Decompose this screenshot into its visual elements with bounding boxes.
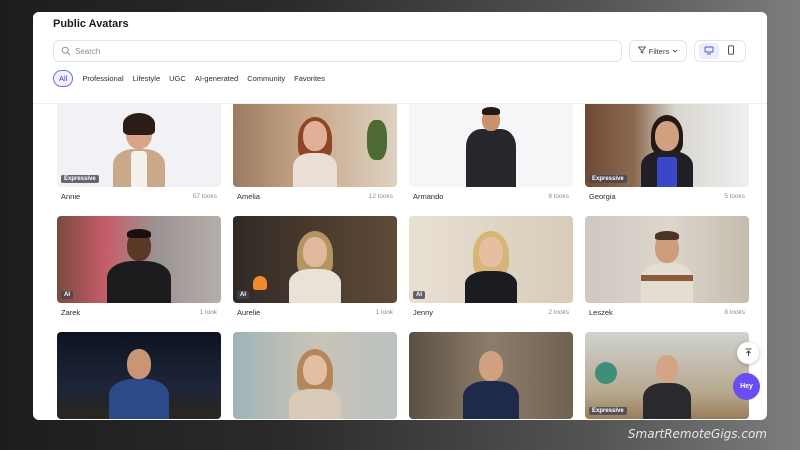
- expressive-badge: Expressive: [589, 407, 627, 415]
- view-toggle: [694, 40, 746, 62]
- avatar-thumbnail[interactable]: AI: [57, 216, 221, 303]
- avatar-card[interactable]: [233, 332, 397, 419]
- chat-button[interactable]: Hey: [733, 373, 760, 400]
- chip-ugc[interactable]: UGC: [169, 71, 186, 86]
- chevron-down-icon: [672, 47, 678, 56]
- avatar-thumbnail[interactable]: [233, 332, 397, 419]
- avatar-thumbnail[interactable]: [585, 216, 749, 303]
- avatar-name: Amelia: [237, 191, 260, 201]
- avatar-name: Zarek: [61, 307, 81, 317]
- filters-label: Filters: [648, 46, 670, 56]
- avatar-thumbnail[interactable]: AI: [233, 216, 397, 303]
- avatar-thumbnail[interactable]: AI: [409, 216, 573, 303]
- avatar-card[interactable]: [409, 332, 573, 419]
- avatar-card[interactable]: Expressive Georgia 5 looks: [585, 100, 749, 205]
- desktop-view-button[interactable]: [699, 43, 719, 59]
- avatar-thumbnail[interactable]: [233, 100, 397, 187]
- avatar-card[interactable]: Amelia 12 looks: [233, 100, 397, 205]
- avatar-card[interactable]: Leszek 8 looks: [585, 216, 749, 321]
- avatar-name: Annie: [61, 191, 81, 201]
- chip-professional[interactable]: Professional: [82, 71, 123, 86]
- chip-all[interactable]: All: [53, 70, 74, 87]
- avatar-name: Georgia: [589, 191, 616, 201]
- ai-badge: AI: [237, 291, 249, 299]
- desktop-view-icon: [704, 42, 714, 60]
- filter-icon: [637, 46, 647, 56]
- avatar-card[interactable]: [57, 332, 221, 419]
- chip-lifestyle[interactable]: Lifestyle: [133, 71, 161, 86]
- avatar-thumbnail[interactable]: Expressive: [585, 332, 749, 419]
- avatar-card[interactable]: AI Aurelie 1 look: [233, 216, 397, 321]
- avatar-card[interactable]: Armando 8 looks: [409, 100, 573, 205]
- page-title: Public Avatars: [53, 18, 129, 30]
- avatar-looks-count: 57 looks: [192, 192, 217, 200]
- chip-favorites[interactable]: Favorites: [294, 71, 325, 86]
- avatar-name: Leszek: [589, 307, 613, 317]
- avatar-thumbnail[interactable]: [57, 332, 221, 419]
- arrow-up-icon: [744, 344, 753, 362]
- avatar-name: Armando: [413, 191, 444, 201]
- expressive-badge: Expressive: [589, 175, 627, 183]
- avatar-thumbnail[interactable]: [409, 332, 573, 419]
- chip-ai-generated[interactable]: AI-generated: [195, 71, 238, 86]
- search-icon: [61, 46, 71, 56]
- avatar-card[interactable]: AI Zarek 1 look: [57, 216, 221, 321]
- avatar-looks-count: 5 looks: [724, 192, 745, 200]
- ai-badge: AI: [61, 291, 73, 299]
- expressive-badge: Expressive: [61, 175, 99, 183]
- category-chips: All Professional Lifestyle UGC AI-genera…: [53, 70, 325, 87]
- avatar-looks-count: 12 looks: [368, 192, 393, 200]
- avatar-looks-count: 8 looks: [724, 308, 745, 316]
- avatar-thumbnail[interactable]: [409, 100, 573, 187]
- mobile-view-button[interactable]: [721, 43, 741, 59]
- avatar-looks-count: 1 look: [375, 308, 393, 316]
- avatar-card[interactable]: AI Jenny 2 looks: [409, 216, 573, 321]
- mobile-view-icon: [727, 42, 735, 60]
- avatar-looks-count: 2 looks: [548, 308, 569, 316]
- watermark: SmartRemoteGigs.com: [627, 427, 767, 441]
- avatars-panel: Public Avatars Search Filters All Profes…: [33, 12, 767, 420]
- avatar-thumbnail[interactable]: Expressive: [585, 100, 749, 187]
- search-placeholder: Search: [75, 46, 101, 56]
- avatar-looks-count: 8 looks: [548, 192, 569, 200]
- scroll-to-top-button[interactable]: [737, 342, 759, 364]
- avatar-card[interactable]: Expressive Annie 57 looks: [57, 100, 221, 205]
- search-input[interactable]: Search: [53, 40, 622, 62]
- header: Public Avatars Search Filters All Profes…: [33, 12, 767, 104]
- avatar-name: Jenny: [413, 307, 434, 317]
- avatar-card[interactable]: Expressive: [585, 332, 749, 419]
- avatar-thumbnail[interactable]: Expressive: [57, 100, 221, 187]
- ai-badge: AI: [413, 291, 425, 299]
- filters-button[interactable]: Filters: [629, 40, 687, 62]
- avatar-name: Aurelie: [237, 307, 261, 317]
- chip-community[interactable]: Community: [247, 71, 285, 86]
- avatar-looks-count: 1 look: [199, 308, 217, 316]
